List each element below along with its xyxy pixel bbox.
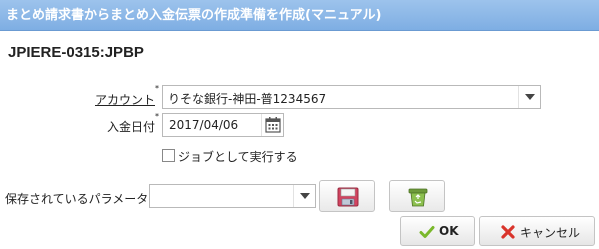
chevron-down-icon[interactable]: [518, 86, 540, 108]
recycle-bin-icon: [408, 188, 428, 207]
deposit-date-value: 2017/04/06: [169, 118, 239, 132]
account-select-value: りそな銀行-神田-普1234567: [168, 92, 327, 106]
saved-params-select[interactable]: [149, 184, 316, 208]
deposit-date-field[interactable]: 2017/04/06: [162, 113, 284, 137]
date-label: 入金日付: [106, 120, 155, 134]
account-select[interactable]: りそな銀行-神田-普1234567: [162, 85, 541, 109]
delete-params-button[interactable]: [389, 180, 445, 212]
ok-button-label: OK: [439, 224, 459, 238]
checkmark-icon: [419, 226, 435, 238]
dialog-title: まとめ請求書からまとめ入金伝票の作成準備を作成(マニュアル): [0, 0, 599, 31]
ok-button[interactable]: OK: [400, 216, 475, 246]
chevron-down-icon[interactable]: [293, 185, 315, 207]
account-label[interactable]: アカウント: [95, 91, 155, 108]
run-as-job-checkbox[interactable]: [162, 149, 175, 162]
run-as-job-label[interactable]: ジョブとして実行する: [178, 148, 298, 165]
save-params-button[interactable]: [319, 180, 375, 212]
x-mark-icon: [501, 225, 515, 239]
cancel-button[interactable]: キャンセル: [479, 216, 595, 246]
date-required-mark: *: [155, 112, 159, 121]
calendar-icon[interactable]: [261, 114, 283, 136]
account-required-mark: *: [155, 84, 159, 93]
saved-params-label: 保存されているパラメータ: [5, 192, 149, 206]
floppy-disk-icon: [337, 187, 359, 207]
process-code-heading: JPIERE-0315:JPBP: [8, 44, 144, 61]
cancel-button-label: キャンセル: [520, 226, 581, 240]
